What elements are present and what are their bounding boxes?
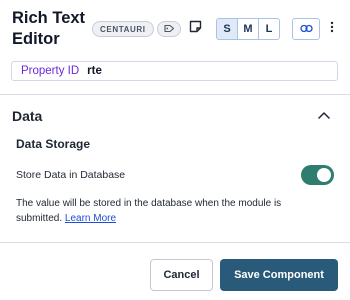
link-icon [299, 20, 313, 38]
size-selector: S M L [216, 18, 280, 40]
cancel-button[interactable]: Cancel [150, 259, 213, 291]
toggle-knob [317, 168, 331, 182]
size-large-button[interactable]: L [259, 19, 279, 39]
property-id-label: Property ID [21, 65, 80, 77]
tag-button[interactable] [157, 21, 181, 37]
more-options-button[interactable] [326, 19, 338, 39]
save-component-button[interactable]: Save Component [220, 259, 338, 291]
learn-more-link[interactable]: Learn More [65, 213, 116, 224]
kebab-menu-icon [330, 20, 334, 38]
size-medium-button[interactable]: M [238, 19, 259, 39]
version-badge: CENTAURI [92, 21, 154, 37]
note-icon [189, 20, 202, 38]
store-data-toggle[interactable] [301, 165, 334, 185]
help-text: The value will be stored in the database… [16, 196, 316, 226]
footer-divider [0, 242, 350, 243]
property-id-field[interactable]: Property ID rte [11, 61, 338, 81]
help-description: The value will be stored in the database… [16, 198, 282, 224]
section-title[interactable]: Data [12, 108, 42, 124]
subsection-title: Data Storage [16, 137, 91, 151]
size-small-button[interactable]: S [217, 19, 238, 39]
property-id-value: rte [87, 65, 102, 77]
collapse-section-button[interactable] [317, 109, 331, 121]
store-data-label: Store Data in Database [16, 169, 126, 181]
chevron-up-icon [318, 106, 330, 124]
divider [0, 94, 350, 95]
component-title: Rich Text Editor [12, 9, 86, 48]
note-button[interactable] [186, 19, 204, 39]
link-button[interactable] [292, 18, 320, 40]
tag-icon [163, 20, 175, 38]
